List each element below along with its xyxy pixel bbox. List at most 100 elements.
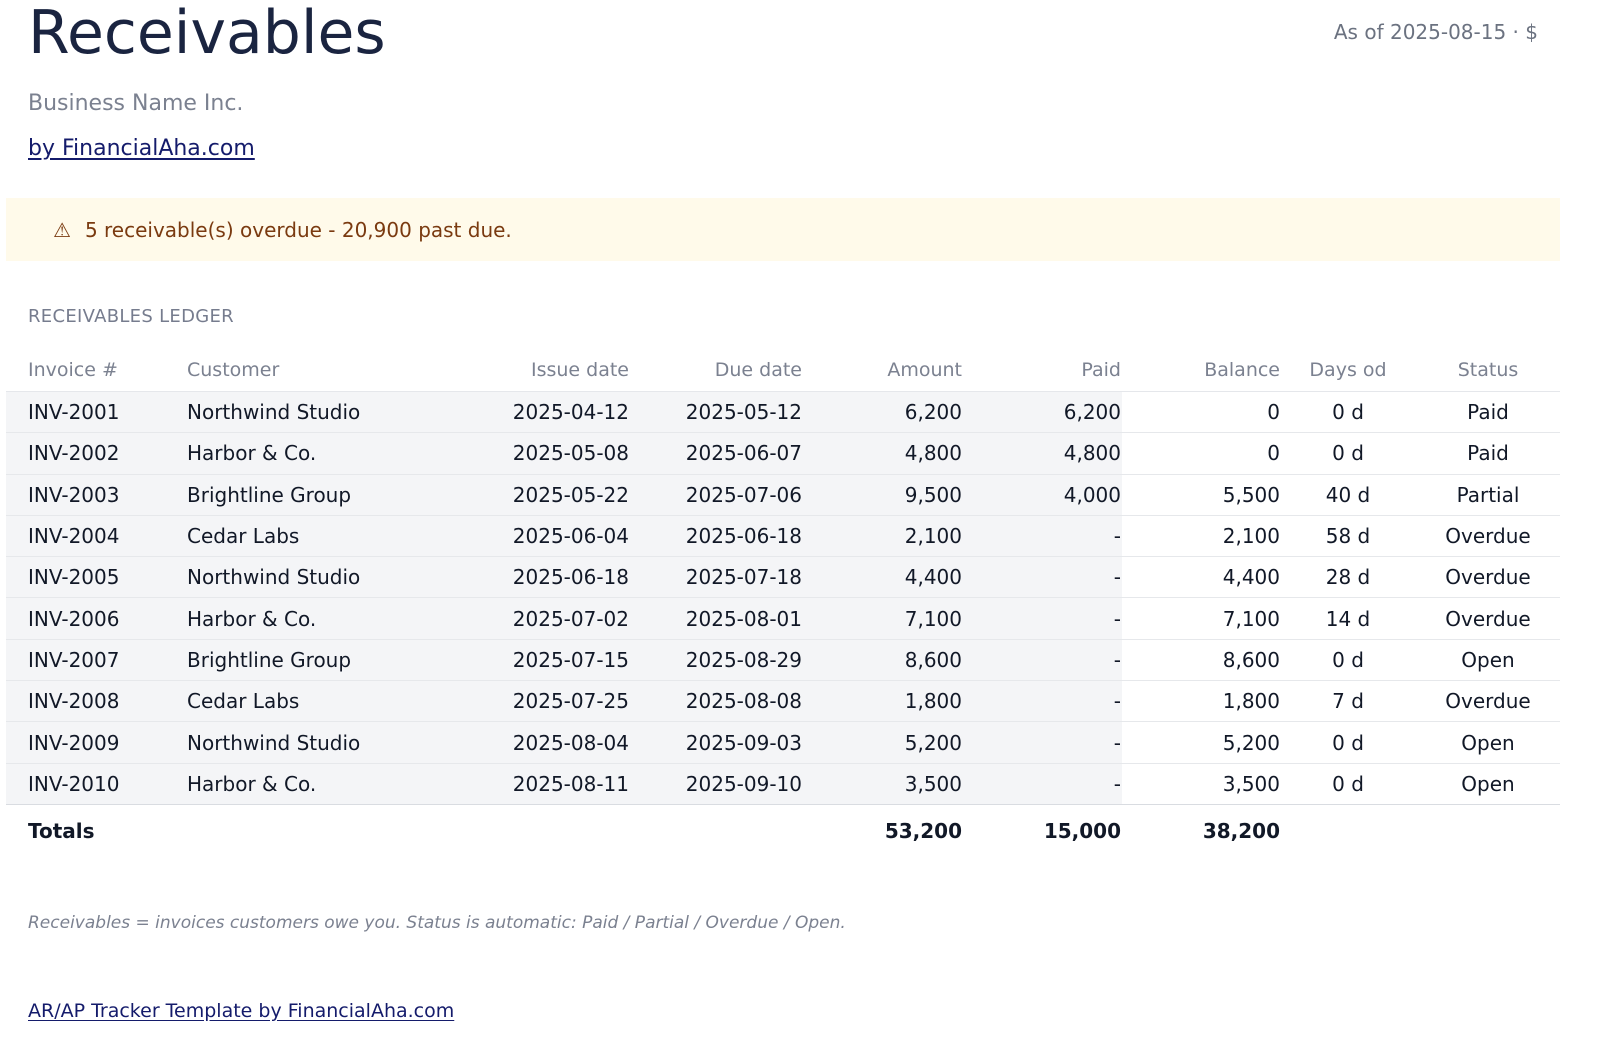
due-date-cell[interactable]: 2025-09-03 — [629, 731, 802, 755]
column-header-invoice: Invoice # — [28, 358, 118, 381]
customer-cell[interactable]: Brightline Group — [187, 648, 458, 672]
paid-cell[interactable]: - — [962, 648, 1121, 672]
status-cell: Overdue — [1445, 606, 1531, 631]
days-overdue-cell: 0 d — [1332, 771, 1364, 796]
totals-paid: 15,000 — [1043, 818, 1121, 843]
due-date-cell[interactable]: 2025-05-12 — [629, 400, 802, 424]
balance-cell: 5,200 — [1222, 730, 1280, 755]
paid-cell[interactable]: - — [962, 772, 1121, 796]
amount-cell[interactable]: 7,100 — [802, 607, 962, 631]
issue-date-cell[interactable]: 2025-06-18 — [458, 565, 629, 589]
issue-date-cell[interactable]: 2025-07-15 — [458, 648, 629, 672]
amount-cell[interactable]: 8,600 — [802, 648, 962, 672]
due-date-cell[interactable]: 2025-07-06 — [629, 483, 802, 507]
customer-cell[interactable]: Northwind Studio — [187, 565, 458, 589]
customer-cell[interactable]: Brightline Group — [187, 483, 458, 507]
issue-date-cell[interactable]: 2025-05-08 — [458, 441, 629, 465]
issue-date-cell[interactable]: 2025-05-22 — [458, 483, 629, 507]
status-cell: Overdue — [1445, 689, 1531, 714]
table-row: INV-2009 Northwind Studio 2025-08-04 2025-0… — [6, 722, 1560, 764]
business-name: Business Name Inc. — [28, 91, 244, 116]
table-row: INV-2006 Harbor & Co. 2025-07-02 2025-08-01… — [6, 598, 1560, 640]
invoice-cell[interactable]: INV-2001 — [6, 400, 187, 424]
invoice-cell[interactable]: INV-2002 — [6, 441, 187, 465]
invoice-cell[interactable]: INV-2009 — [6, 731, 187, 755]
paid-cell[interactable]: 6,200 — [962, 400, 1121, 424]
status-cell: Open — [1461, 771, 1515, 796]
issue-date-cell[interactable]: 2025-08-11 — [458, 772, 629, 796]
footnote: Receivables = invoices customers owe you… — [28, 913, 846, 933]
due-date-cell[interactable]: 2025-06-07 — [629, 441, 802, 465]
issue-date-cell[interactable]: 2025-07-02 — [458, 607, 629, 631]
customer-cell[interactable]: Harbor & Co. — [187, 441, 458, 465]
issue-date-cell[interactable]: 2025-04-12 — [458, 400, 629, 424]
issue-date-cell[interactable]: 2025-06-04 — [458, 524, 629, 548]
customer-cell[interactable]: Northwind Studio — [187, 400, 458, 424]
days-overdue-cell: 40 d — [1325, 482, 1371, 507]
invoice-cell[interactable]: INV-2005 — [6, 565, 187, 589]
due-date-cell[interactable]: 2025-08-01 — [629, 607, 802, 631]
days-overdue-cell: 0 d — [1332, 730, 1364, 755]
overdue-alert-message: 5 receivable(s) overdue - 20,900 past du… — [84, 217, 512, 242]
status-cell: Paid — [1467, 400, 1509, 425]
paid-cell[interactable]: 4,800 — [962, 441, 1121, 465]
paid-cell[interactable]: - — [962, 731, 1121, 755]
amount-cell[interactable]: 4,400 — [802, 565, 962, 589]
status-cell: Partial — [1456, 482, 1520, 507]
customer-cell[interactable]: Cedar Labs — [187, 689, 458, 713]
brand-link[interactable]: by FinancialAha.com — [28, 136, 255, 161]
column-header-customer: Customer — [187, 358, 280, 381]
customer-cell[interactable]: Northwind Studio — [187, 731, 458, 755]
table-body: INV-2001 Northwind Studio 2025-04-12 2025-0… — [6, 392, 1560, 805]
table-row: INV-2005 Northwind Studio 2025-06-18 2025-0… — [6, 557, 1560, 599]
table-row: INV-2010 Harbor & Co. 2025-08-11 2025-09-10… — [6, 764, 1560, 805]
column-header-days-overdue: Days od — [1309, 358, 1387, 381]
column-header-due-date: Due date — [714, 358, 802, 381]
due-date-cell[interactable]: 2025-07-18 — [629, 565, 802, 589]
paid-cell[interactable]: - — [962, 689, 1121, 713]
amount-cell[interactable]: 5,200 — [802, 731, 962, 755]
amount-cell[interactable]: 1,800 — [802, 689, 962, 713]
amount-cell[interactable]: 9,500 — [802, 483, 962, 507]
status-cell: Overdue — [1445, 524, 1531, 549]
days-overdue-cell: 58 d — [1325, 524, 1371, 549]
invoice-cell[interactable]: INV-2006 — [6, 607, 187, 631]
invoice-cell[interactable]: INV-2008 — [6, 689, 187, 713]
balance-cell: 1,800 — [1222, 689, 1280, 714]
status-cell: Overdue — [1445, 565, 1531, 590]
amount-cell[interactable]: 4,800 — [802, 441, 962, 465]
customer-cell[interactable]: Harbor & Co. — [187, 607, 458, 631]
table-row: INV-2004 Cedar Labs 2025-06-04 2025-06-18 2,… — [6, 516, 1560, 558]
issue-date-cell[interactable]: 2025-08-04 — [458, 731, 629, 755]
due-date-cell[interactable]: 2025-09-10 — [629, 772, 802, 796]
table-header-row: Invoice # Customer Issue date Due date A… — [6, 348, 1560, 392]
paid-cell[interactable]: - — [962, 565, 1121, 589]
customer-cell[interactable]: Cedar Labs — [187, 524, 458, 548]
column-header-paid: Paid — [1081, 358, 1121, 381]
amount-cell[interactable]: 6,200 — [802, 400, 962, 424]
amount-cell[interactable]: 2,100 — [802, 524, 962, 548]
table-row: INV-2008 Cedar Labs 2025-07-25 2025-08-08 1,… — [6, 681, 1560, 723]
warning-icon: ⚠ — [53, 217, 71, 242]
amount-cell[interactable]: 3,500 — [802, 772, 962, 796]
invoice-cell[interactable]: INV-2007 — [6, 648, 187, 672]
balance-cell: 3,500 — [1222, 771, 1280, 796]
receivables-ledger-table: Invoice # Customer Issue date Due date A… — [6, 348, 1560, 857]
footer-link[interactable]: AR/AP Tracker Template by FinancialAha.c… — [28, 1000, 454, 1022]
due-date-cell[interactable]: 2025-08-29 — [629, 648, 802, 672]
paid-cell[interactable]: - — [962, 607, 1121, 631]
totals-label: Totals — [28, 818, 95, 843]
invoice-cell[interactable]: INV-2004 — [6, 524, 187, 548]
paid-cell[interactable]: - — [962, 524, 1121, 548]
due-date-cell[interactable]: 2025-06-18 — [629, 524, 802, 548]
paid-cell[interactable]: 4,000 — [962, 483, 1121, 507]
status-cell: Paid — [1467, 441, 1509, 466]
balance-cell: 5,500 — [1222, 482, 1280, 507]
balance-cell: 4,400 — [1222, 565, 1280, 590]
due-date-cell[interactable]: 2025-08-08 — [629, 689, 802, 713]
status-cell: Open — [1461, 647, 1515, 672]
invoice-cell[interactable]: INV-2003 — [6, 483, 187, 507]
issue-date-cell[interactable]: 2025-07-25 — [458, 689, 629, 713]
invoice-cell[interactable]: INV-2010 — [6, 772, 187, 796]
customer-cell[interactable]: Harbor & Co. — [187, 772, 458, 796]
